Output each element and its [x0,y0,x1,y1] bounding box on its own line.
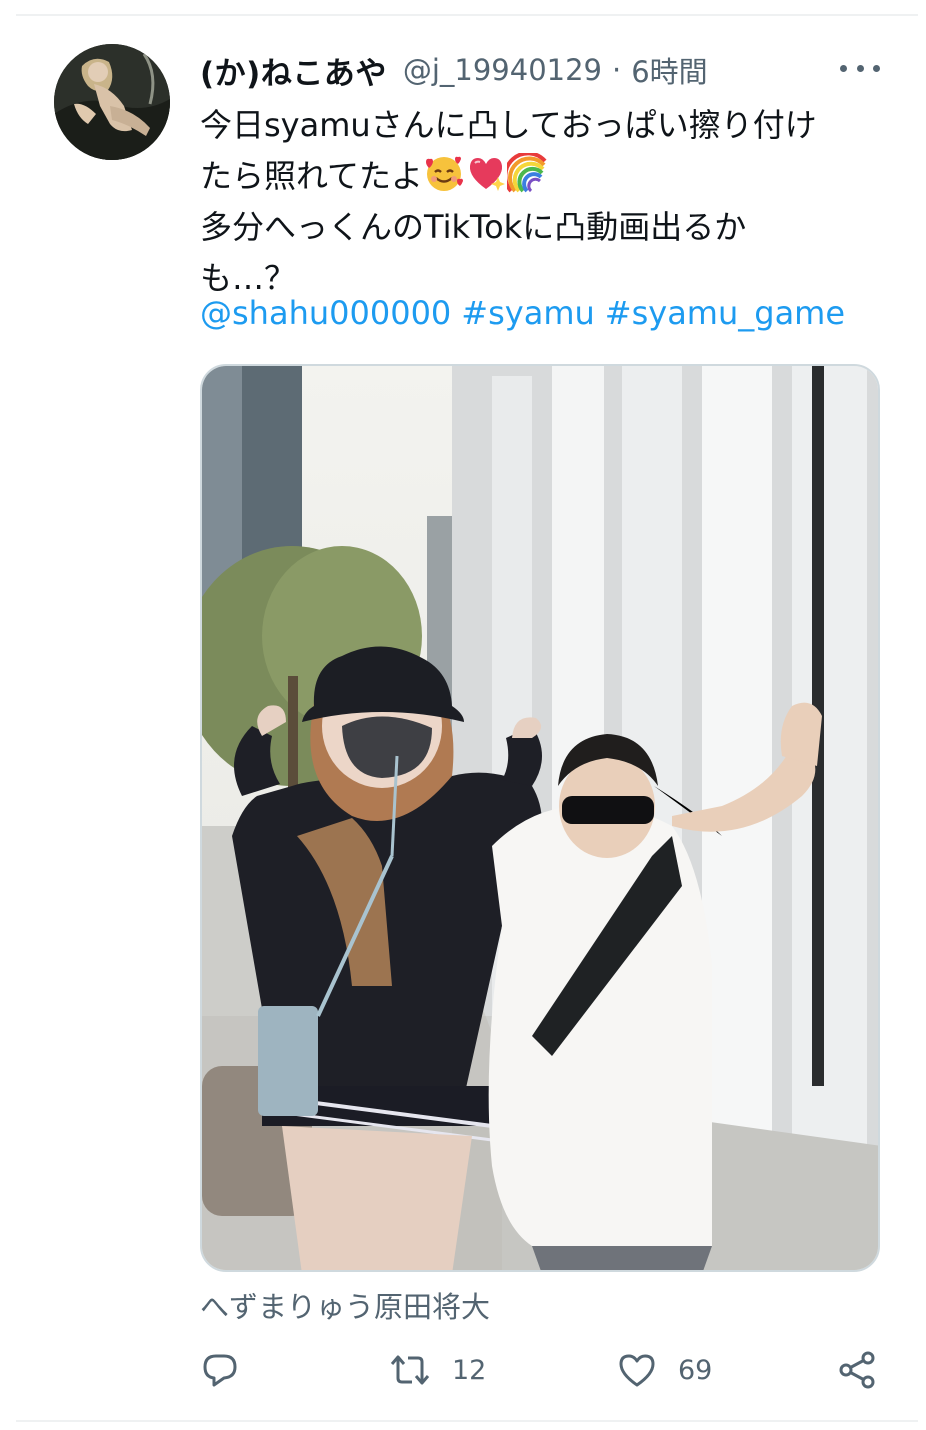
like-button[interactable]: 69 [616,1344,712,1396]
bottom-divider [16,1420,918,1422]
mention-link[interactable]: @shahu000000 [200,294,451,332]
smiling-face-with-hearts-emoji [426,156,464,191]
tweet-text-line-with-emoji: たら照れてたよ [200,151,880,202]
top-divider [16,14,918,16]
user-handle[interactable]: @j_19940129 [403,53,602,87]
reply-icon [203,1354,237,1387]
more-dot-icon [856,64,864,72]
display-name[interactable]: (か)ねこあや [200,48,387,93]
tweet-text-fragment: たら照れてたよ [200,157,424,195]
media-caption[interactable]: へずまりゅう原田将大 [200,1284,490,1326]
rainbow-emoji [507,153,547,193]
tweet-text-line: 今日syamuさんに凸しておっぱい擦り付け [200,106,817,144]
heart-with-sparkles-emoji [469,158,506,191]
share-button[interactable] [836,1344,898,1396]
avatar[interactable] [54,44,170,160]
like-count: 69 [678,1354,713,1386]
photo-content [202,366,878,1270]
retweet-button[interactable]: 12 [388,1344,486,1396]
timestamp[interactable]: 6時間 [631,49,707,91]
tweet-links: @shahu000000 #syamu #syamu_game [200,290,855,336]
tweet-text-line: 多分へっくんのTikTokに凸動画出るか [200,208,747,246]
more-options-button[interactable] [840,56,880,80]
avatar-photo [54,44,170,160]
hashtag-link[interactable]: #syamu_game [605,294,845,332]
separator-dot: · [612,53,622,87]
hashtag-link[interactable]: #syamu [461,294,594,332]
more-dot-icon [873,64,880,72]
tweet-photo[interactable] [200,364,880,1272]
more-dot-icon [840,64,847,72]
retweet-count: 12 [452,1354,487,1386]
tweet-header: (か)ねこあや @j_19940129 · 6時間 [200,46,886,94]
heart-icon [619,1354,655,1387]
share-icon [839,1351,875,1389]
retweet-icon [390,1355,430,1385]
reply-button[interactable] [200,1344,260,1396]
tweet-action-bar: 12 69 [196,1344,886,1396]
tweet-text: 今日syamuさんに凸しておっぱい擦り付け たら照れてたよ 多分へっくんのTik… [200,100,880,304]
